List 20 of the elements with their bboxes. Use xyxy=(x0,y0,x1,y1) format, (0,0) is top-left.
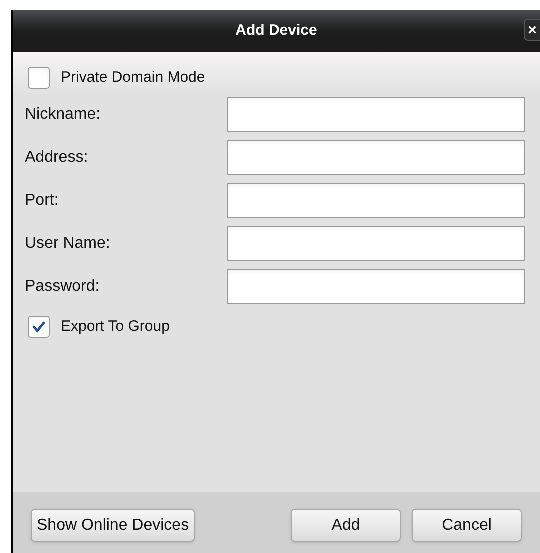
input-field[interactable] xyxy=(227,183,525,218)
input-field[interactable] xyxy=(227,97,525,132)
field-label: Password: xyxy=(25,276,101,296)
field-label: Port: xyxy=(25,190,60,210)
checkbox[interactable] xyxy=(28,67,50,89)
dialog-button[interactable]: Add xyxy=(291,509,401,542)
field-label: Address: xyxy=(25,148,90,168)
close-button[interactable]: × xyxy=(524,19,540,41)
checkbox-label: Export To Group xyxy=(61,316,170,337)
field-label: Nickname: xyxy=(25,104,102,124)
checkmark-icon xyxy=(32,321,46,333)
window-title: Add Device xyxy=(236,20,318,41)
input-field[interactable] xyxy=(227,226,525,261)
input-field[interactable] xyxy=(227,269,525,304)
field-label: User Name: xyxy=(25,234,112,254)
checkbox-label: Private Domain Mode xyxy=(61,68,206,88)
dialog-button[interactable]: Show Online Devices xyxy=(31,509,196,542)
input-field[interactable] xyxy=(227,140,525,175)
checkbox[interactable] xyxy=(28,316,50,338)
dialog-button[interactable]: Cancel xyxy=(412,509,522,542)
